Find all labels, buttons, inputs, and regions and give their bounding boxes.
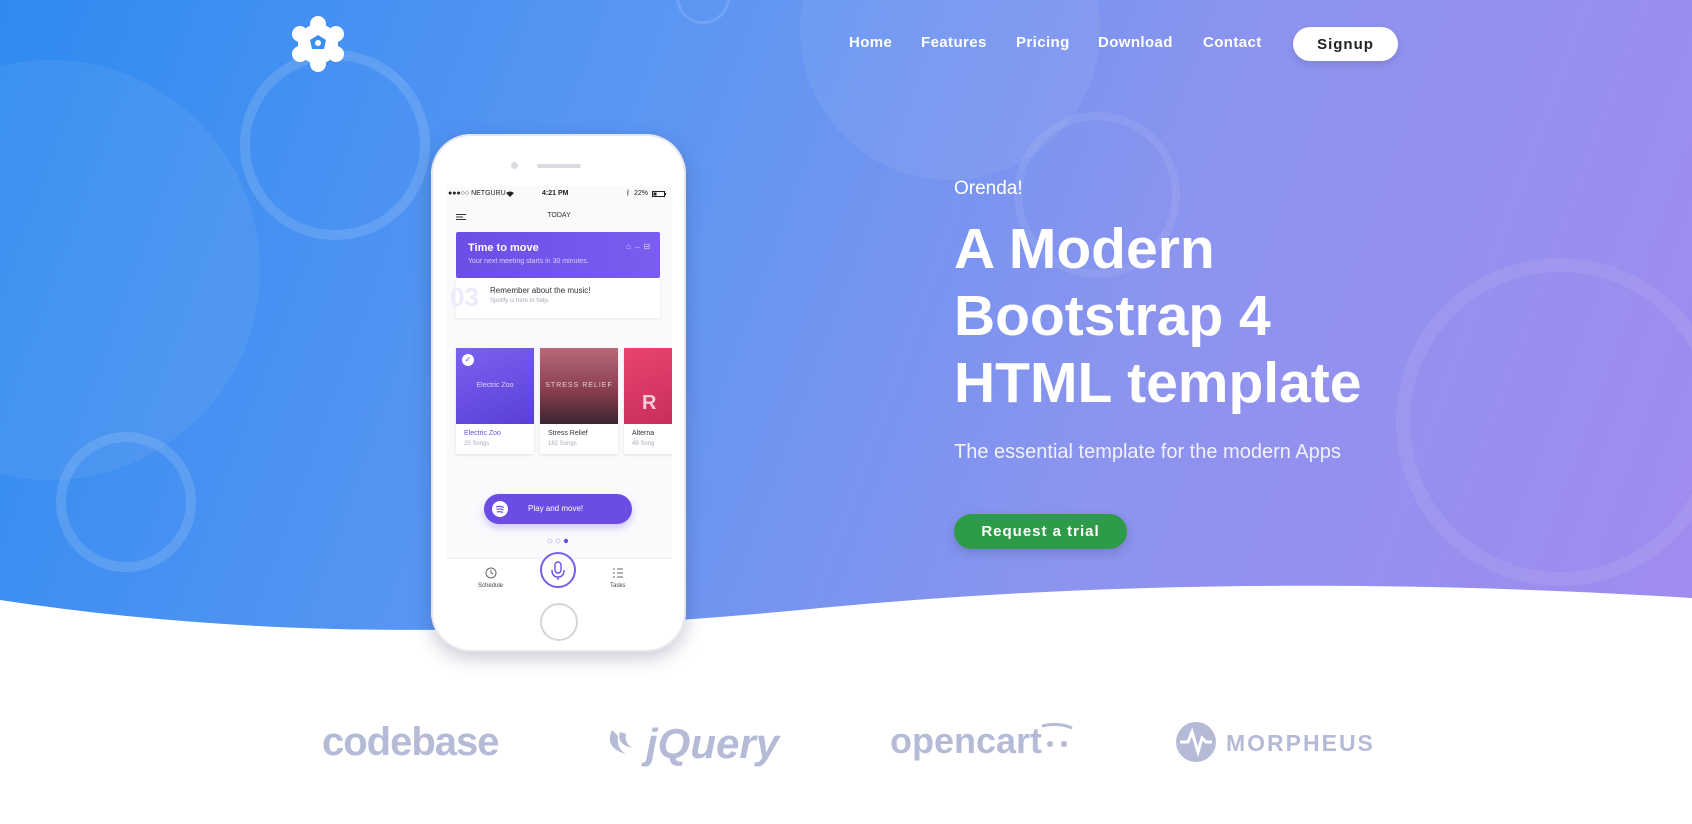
headline-line: Bootstrap 4 [954, 284, 1271, 348]
list-icon[interactable] [612, 567, 624, 579]
phone-mockup: ●●●○○ NETGURU 4:21 PM ᛒ 22% TODAY Time t… [431, 134, 686, 652]
reminder-number: 03 [450, 282, 479, 312]
meeting-card-title: Time to move [468, 242, 539, 254]
request-trial-button[interactable]: Request a trial [954, 514, 1127, 549]
microphone-icon[interactable] [540, 552, 576, 588]
decor-blob [0, 60, 260, 480]
reminder-title: Remember about the music! [490, 286, 591, 295]
status-battery: 22% [634, 190, 649, 197]
cart-icon [1041, 722, 1073, 747]
meeting-card-subtitle: Your next meeting starts in 30 minutes. [468, 258, 589, 265]
meeting-card[interactable]: Time to move Your next meeting starts in… [456, 232, 660, 278]
signup-button[interactable]: Signup [1293, 27, 1398, 61]
album-count: 182 Songs [548, 441, 577, 447]
decor-circle [240, 50, 430, 240]
phone-speaker [537, 164, 581, 168]
partner-logos: codebase jQuery opencart MORPHEUS [0, 720, 1692, 780]
partner-codebase-logo[interactable]: codebase [322, 720, 500, 770]
album-overlay: Electric Zoo [476, 382, 514, 389]
phone-home-button [540, 603, 578, 641]
nav-pricing-link[interactable]: Pricing [1016, 34, 1070, 51]
partner-name: codebase [322, 720, 500, 764]
album-card[interactable]: R Alterna 49 Song [624, 348, 672, 454]
headline-line: HTML template [954, 351, 1362, 415]
status-bar: ●●●○○ NETGURU 4:21 PM ᛒ 22% [446, 186, 672, 202]
status-carrier: ●●●○○ NETGURU [448, 190, 506, 197]
spotify-icon [492, 501, 508, 517]
screen-header: TODAY [547, 212, 571, 219]
album-overlay: STRESS RELIEF [545, 382, 613, 389]
partner-name: opencart [890, 720, 1043, 761]
album-count: 49 Song [632, 441, 655, 447]
phone-camera [511, 162, 518, 169]
album-name: Alterna [632, 430, 655, 437]
jquery-swoosh-icon [609, 730, 632, 754]
tab-schedule[interactable]: Schedule [478, 583, 503, 589]
nav-download-link[interactable]: Download [1098, 34, 1173, 51]
play-and-move-button[interactable]: Play and move! [484, 494, 632, 524]
bluetooth-icon: ᛒ [626, 190, 631, 197]
main-nav: Home Features Pricing Download Contact [0, 24, 1692, 64]
nav-features-link[interactable]: Features [921, 34, 987, 51]
tab-tasks[interactable]: Tasks [610, 583, 625, 589]
album-count: 25 Songs [464, 441, 490, 447]
headline-line: A Modern [954, 217, 1215, 281]
status-time: 4:21 PM [542, 190, 569, 197]
nav-home-link[interactable]: Home [849, 34, 892, 51]
partner-opencart-logo[interactable]: opencart [890, 720, 1073, 770]
wifi-icon [506, 191, 514, 197]
hero-wave [0, 585, 1692, 660]
morpheus-pulse-icon [1176, 722, 1216, 762]
reminder-card[interactable]: 03 Remember about the music! Spotify is … [450, 278, 660, 318]
album-overlay: R [642, 392, 658, 414]
album-name: Stress Relief [548, 430, 588, 437]
play-button-label: Play and move! [528, 504, 584, 513]
partner-name: MORPHEUS [1226, 730, 1375, 756]
hero-subline: The essential template for the modern Ap… [954, 441, 1341, 463]
check-icon: ✓ [462, 354, 474, 366]
decor-circle [676, 0, 730, 24]
hero-eyebrow: Orenda! [954, 178, 1023, 199]
home-car-icon: ⌂ → ⊟ [626, 242, 650, 251]
album-card[interactable]: Electric Zoo ✓ Electric Zoo 25 Songs [456, 348, 534, 454]
album-name: Electric Zoo [464, 430, 501, 437]
clock-icon[interactable] [485, 567, 497, 579]
reminder-subtitle: Spotify is here to help. [490, 298, 550, 304]
album-card[interactable]: STRESS RELIEF Stress Relief 182 Songs [540, 348, 618, 454]
page-indicator[interactable] [546, 538, 576, 544]
nav-contact-link[interactable]: Contact [1203, 34, 1262, 51]
partner-name: jQuery [646, 720, 780, 767]
hero-headline: A Modern Bootstrap 4 HTML template [954, 216, 1514, 417]
phone-screen: ●●●○○ NETGURU 4:21 PM ᛒ 22% TODAY Time t… [446, 186, 672, 594]
battery-icon [652, 191, 666, 197]
hero-text: Orenda! A Modern Bootstrap 4 HTML templa… [954, 178, 1514, 464]
